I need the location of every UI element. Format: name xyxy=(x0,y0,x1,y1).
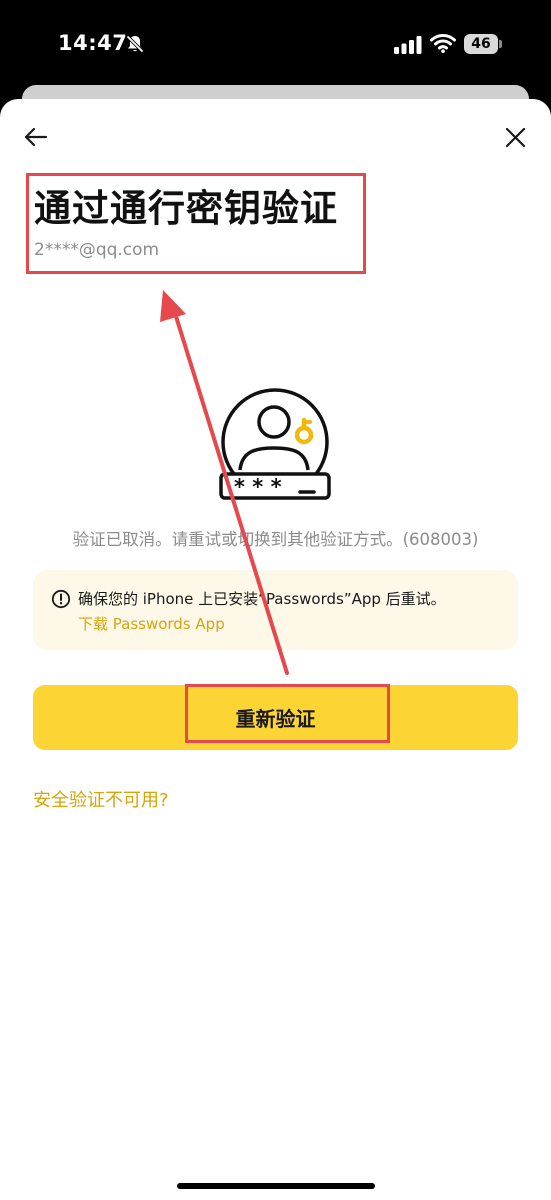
battery-tip xyxy=(499,40,502,48)
notice-box: 确保您的 iPhone 上已安装“Passwords”App 后重试。 下载 P… xyxy=(33,570,518,650)
status-time: 14:47 xyxy=(58,31,128,55)
retry-verification-button[interactable]: 重新验证 xyxy=(33,685,518,750)
annotation-title-highlight xyxy=(26,173,366,274)
error-message: 验证已取消。请重试或切换到其他验证方式。(608003) xyxy=(72,530,479,549)
passkey-user-key-icon: * * * xyxy=(219,388,331,500)
notice-text: 确保您的 iPhone 上已安装“Passwords”App 后重试。 xyxy=(78,590,446,608)
download-passwords-link[interactable]: 下载 Passwords App xyxy=(78,613,225,634)
bell-muted-icon xyxy=(126,35,144,53)
close-icon[interactable] xyxy=(505,127,526,148)
svg-text:* * *: * * * xyxy=(234,475,282,499)
wifi-icon xyxy=(430,34,456,53)
status-bar: 14:47 46 xyxy=(0,0,551,90)
battery-icon: 46 xyxy=(464,34,498,54)
info-circle-icon xyxy=(51,589,71,609)
cellular-signal-icon xyxy=(394,36,422,54)
home-indicator xyxy=(177,1183,375,1189)
arrow-left-icon[interactable] xyxy=(24,126,48,148)
verification-unavailable-link[interactable]: 安全验证不可用? xyxy=(33,786,169,812)
